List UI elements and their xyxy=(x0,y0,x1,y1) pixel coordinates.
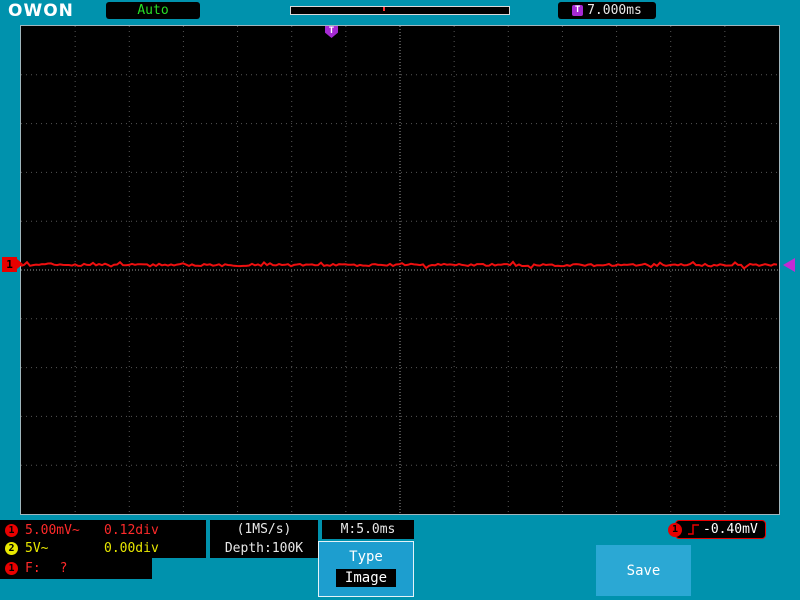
trigger-time-display: T 7.000ms xyxy=(558,2,656,19)
acquire-mode-indicator: Auto xyxy=(106,2,200,19)
trigger-level-value: -0.40mV xyxy=(703,522,758,537)
trigger-position-bar xyxy=(290,6,510,15)
channel1-position: 0.12div xyxy=(104,523,159,538)
channel2-badge: 2 xyxy=(5,542,18,555)
save-button[interactable]: Save xyxy=(596,545,691,596)
oscilloscope-ui: OWON Auto T 7.000ms T 1 1 5.00mV~ 0.12di… xyxy=(0,0,800,600)
trigger-icon: T xyxy=(572,5,583,16)
type-button-value: Image xyxy=(336,569,396,587)
channel2-position: 0.00div xyxy=(104,541,159,556)
trigger-level-marker xyxy=(783,258,795,272)
sample-rate: (1MS/s) xyxy=(210,520,318,539)
channel1-scale: 5.00mV~ xyxy=(25,523,97,538)
channel2-scale: 5V~ xyxy=(25,541,97,556)
channel-info-panel: 1 5.00mV~ 0.12div 2 5V~ 0.00div xyxy=(0,520,206,558)
type-button[interactable]: Type Image xyxy=(318,541,414,597)
trigger-level-readout: 1 -0.40mV xyxy=(668,520,766,539)
frequency-value: ? xyxy=(60,561,68,576)
trigger-time-value: 7.000ms xyxy=(587,3,642,18)
save-button-label: Save xyxy=(627,563,661,579)
type-button-label: Type xyxy=(319,549,413,565)
trigger-channel-badge: 1 xyxy=(668,523,682,537)
acquisition-info: (1MS/s) Depth:100K xyxy=(210,520,318,558)
channel1-badge: 1 xyxy=(5,524,18,537)
frequency-label: F: xyxy=(25,561,41,576)
memory-depth: Depth:100K xyxy=(210,539,318,558)
channel2-info-row: 2 5V~ 0.00div xyxy=(5,539,201,557)
frequency-channel-badge: 1 xyxy=(5,562,18,575)
timebase-readout: M:5.0ms xyxy=(322,520,414,539)
graticule-and-trace xyxy=(21,26,779,514)
waveform-display: T xyxy=(20,25,780,515)
frequency-readout: 1 F: ? xyxy=(0,558,152,579)
trigger-position-tick xyxy=(383,7,385,11)
rising-edge-icon xyxy=(687,523,700,536)
channel1-position-marker: 1 xyxy=(2,257,17,272)
trigger-level-box: -0.40mV xyxy=(675,520,766,539)
channel1-info-row: 1 5.00mV~ 0.12div xyxy=(5,521,201,539)
brand-logo: OWON xyxy=(8,1,74,21)
